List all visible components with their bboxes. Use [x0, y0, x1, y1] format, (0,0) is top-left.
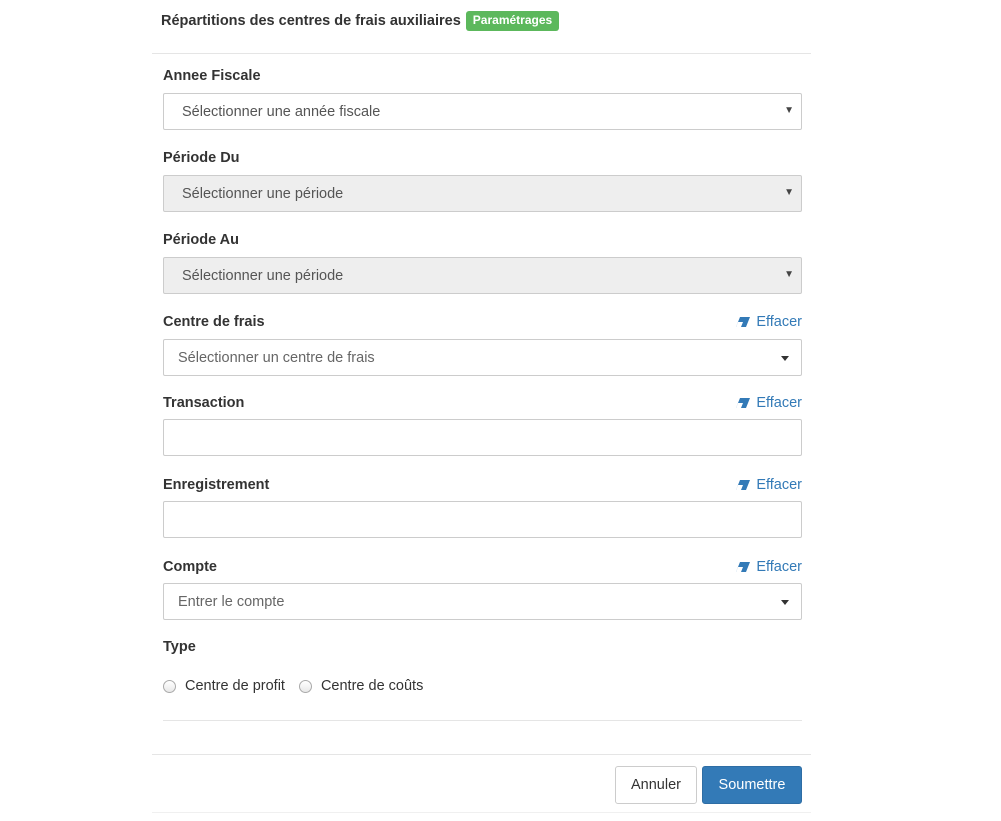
eraser-icon [736, 480, 751, 490]
radio-centre-de-profit[interactable] [163, 679, 176, 693]
footer-divider [152, 754, 811, 755]
dropdown-arrow-icon: ▼ [784, 105, 794, 116]
eraser-icon [736, 562, 751, 572]
eraser-icon [736, 317, 751, 327]
compte-select[interactable]: Entrer le compte [163, 583, 802, 620]
cancel-button[interactable]: Annuler [615, 766, 697, 804]
annee-fiscale-placeholder: Sélectionner une année fiscale [182, 103, 381, 120]
enregistrement-input[interactable] [163, 501, 802, 538]
clear-centre-de-frais-link[interactable]: Effacer [735, 314, 802, 330]
type-label: Type [163, 639, 196, 655]
compte-label: Compte [163, 559, 217, 575]
clear-compte-link[interactable]: Effacer [735, 559, 802, 575]
dropdown-arrow-icon: ▼ [784, 187, 794, 198]
centre-de-frais-select[interactable]: Sélectionner un centre de frais [163, 339, 802, 376]
periode-du-label: Période Du [163, 150, 240, 166]
periode-au-select[interactable]: Sélectionner une période ▼ [163, 257, 802, 294]
centre-de-frais-label: Centre de frais [163, 314, 265, 330]
bottom-edge [152, 812, 811, 813]
settings-badge: Paramétrages [465, 11, 560, 31]
eraser-icon [736, 398, 751, 408]
periode-au-label: Période Au [163, 232, 240, 248]
clear-label: Effacer [756, 559, 802, 575]
compte-placeholder: Entrer le compte [178, 593, 285, 610]
dropdown-caret-icon [781, 600, 789, 605]
clear-enregistrement-link[interactable]: Effacer [735, 477, 802, 493]
radio-label-centre-de-profit: Centre de profit [185, 678, 285, 694]
enregistrement-label: Enregistrement [163, 477, 270, 493]
form-panel: Répartitions des centres de frais auxili… [152, 0, 811, 821]
annee-fiscale-select[interactable]: Sélectionner une année fiscale ▼ [163, 93, 802, 130]
periode-au-placeholder: Sélectionner une période [182, 267, 344, 284]
transaction-label: Transaction [163, 395, 245, 411]
form-divider [163, 720, 802, 721]
annee-fiscale-label: Annee Fiscale [163, 68, 261, 84]
centre-de-frais-placeholder: Sélectionner un centre de frais [178, 349, 375, 366]
transaction-input[interactable] [163, 419, 802, 456]
submit-button[interactable]: Soumettre [702, 766, 802, 804]
dropdown-caret-icon [781, 356, 789, 361]
periode-du-placeholder: Sélectionner une période [182, 185, 344, 202]
radio-centre-de-couts[interactable] [298, 679, 312, 693]
dropdown-arrow-icon: ▼ [784, 269, 794, 280]
periode-du-select[interactable]: Sélectionner une période ▼ [163, 175, 802, 212]
type-radio-group: Centre de profit Centre de coûts [163, 678, 437, 694]
clear-label: Effacer [756, 314, 802, 330]
page-title: Répartitions des centres de frais auxili… [161, 13, 461, 29]
clear-transaction-link[interactable]: Effacer [735, 395, 802, 411]
panel-header: Répartitions des centres de frais auxili… [161, 10, 560, 32]
radio-label-centre-de-couts: Centre de coûts [320, 678, 424, 694]
clear-label: Effacer [756, 477, 802, 493]
header-divider [152, 53, 811, 54]
clear-label: Effacer [756, 395, 802, 411]
